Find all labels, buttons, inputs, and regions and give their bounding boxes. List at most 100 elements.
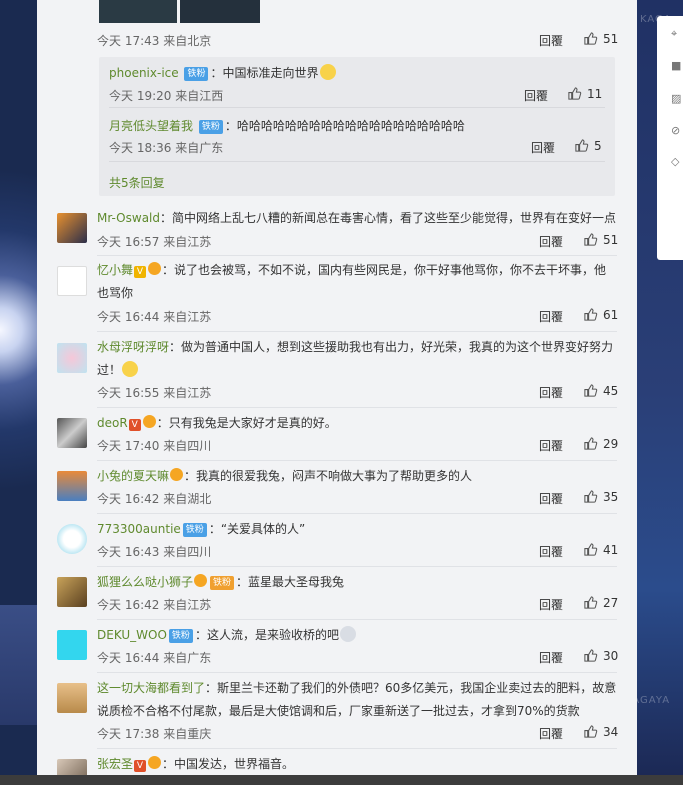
divider xyxy=(109,107,605,108)
comment-content: 水母浮呀浮呀：做为普通中国人，想到这些援助我也有出力，好光荣，我真的为这个世界变… xyxy=(97,336,617,382)
fan-badge: 铁粉 xyxy=(210,576,235,590)
comment-text: ：“关爱具体的人” xyxy=(208,522,306,536)
avatar[interactable] xyxy=(57,471,87,501)
like-count: 5 xyxy=(594,138,602,153)
comment-time: 今天 16:42 来自江苏 xyxy=(97,598,212,612)
thumbs-up-icon xyxy=(584,725,598,738)
avatar[interactable] xyxy=(57,524,87,554)
comment-text: ：这人流，是来验收桥的吧 xyxy=(194,628,339,642)
avatar[interactable] xyxy=(57,213,87,243)
like-count: 61 xyxy=(603,307,619,322)
thumbs-up-icon xyxy=(584,490,598,503)
like-button[interactable]: 35 xyxy=(583,489,618,504)
reply-button[interactable]: 回覆 xyxy=(524,87,548,104)
link-icon[interactable]: ⊘ xyxy=(671,125,683,137)
location-icon[interactable]: ⌖ xyxy=(671,28,683,40)
background-mountain xyxy=(0,605,37,725)
comment-author[interactable]: 水母浮呀浮呀 xyxy=(97,340,169,354)
comment-text: ：说了也会被骂，不如不说，国内有些网民是，你干好事他骂你，你不去干坏事，他 xyxy=(162,263,607,277)
comment-time: 今天 16:43 来自四川 xyxy=(97,545,212,559)
like-button[interactable]: 45 xyxy=(583,383,618,398)
avatar[interactable] xyxy=(57,266,87,296)
like-button[interactable]: 5 xyxy=(574,138,602,153)
avatar[interactable] xyxy=(57,343,87,373)
fan-badge: 铁粉 xyxy=(182,523,207,537)
comment-content: DEKU_WOO 铁粉 ：这人流，是来验收桥的吧 xyxy=(97,624,617,647)
reply-button[interactable]: 回覆 xyxy=(539,490,563,507)
divider xyxy=(97,672,617,673)
thumbnail-image[interactable] xyxy=(99,0,177,23)
background-left xyxy=(0,0,37,785)
like-button[interactable]: 11 xyxy=(567,86,602,101)
avatar[interactable] xyxy=(57,630,87,660)
fan-badge: 铁粉 xyxy=(168,629,193,643)
thumbs-up-icon xyxy=(584,384,598,397)
comment-content: 忆小舞 V ：说了也会被骂，不如不说，国内有些网民是，你干好事他骂你，你不去干坏事，… xyxy=(97,259,617,305)
bag-icon[interactable]: ■ xyxy=(671,60,683,72)
comment-author[interactable]: DEKU_WOO xyxy=(97,628,167,642)
reply-button[interactable]: 回覆 xyxy=(539,649,563,666)
reply-button[interactable]: 回覆 xyxy=(539,725,563,742)
comment-content: 小兔的夏天嘛 ：我真的很爱我兔，闷声不响做大事为了帮助更多的人 xyxy=(97,465,617,488)
comment-author[interactable]: 张宏圣 xyxy=(97,757,133,771)
comment-author[interactable]: 773300auntie xyxy=(97,522,181,536)
reply-button[interactable]: 回覆 xyxy=(531,139,555,156)
subreply-author[interactable]: phoenix-ice xyxy=(109,66,179,80)
edit-icon[interactable]: ▨ xyxy=(671,93,683,105)
vip-icon xyxy=(170,468,184,481)
reply-button[interactable]: 回覆 xyxy=(539,596,563,613)
comment-author[interactable]: deoR xyxy=(97,416,128,430)
comment-author[interactable]: Mr-Oswald xyxy=(97,211,160,225)
reply-button[interactable]: 回覆 xyxy=(539,308,563,325)
fan-badge: 铁粉 xyxy=(198,120,223,134)
thumbs-up-icon xyxy=(584,543,598,556)
comment-content: Mr-Oswald：简中网络上乱七八糟的新闻总在毒害心情，看了这些至少能觉得，世… xyxy=(97,207,617,230)
vip-icon xyxy=(148,262,162,275)
vip-icon xyxy=(148,756,162,769)
divider xyxy=(97,748,617,749)
subreply-content: 月亮低头望着我 铁粉 ：哈哈哈哈哈哈哈哈哈哈哈哈哈哈哈哈哈哈哈 xyxy=(109,119,465,134)
comment-content: 狐狸么么哒小狮子 铁粉 ：蓝星最大圣母我兔 xyxy=(97,571,617,594)
tag-icon[interactable]: ◇ xyxy=(671,156,683,168)
avatar[interactable] xyxy=(57,683,87,713)
reply-button[interactable]: 回覆 xyxy=(539,437,563,454)
subreply-author[interactable]: 月亮低头望着我 xyxy=(109,119,193,133)
reply-button[interactable]: 回覆 xyxy=(539,32,563,49)
comment-content: 773300auntie 铁粉 ：“关爱具体的人” xyxy=(97,518,617,541)
comment-time: 今天 16:57 来自江苏 xyxy=(97,235,212,249)
like-button[interactable]: 51 xyxy=(583,232,618,247)
like-button[interactable]: 51 xyxy=(583,31,618,46)
more-replies-link[interactable]: 共5条回复 xyxy=(109,174,165,191)
like-count: 11 xyxy=(587,86,603,101)
divider xyxy=(97,331,617,332)
avatar[interactable] xyxy=(57,759,87,775)
comment-author[interactable]: 狐狸么么哒小狮子 xyxy=(97,575,193,589)
comment-author[interactable]: 这一切大海都看到了 xyxy=(97,681,205,695)
thumbs-up-icon xyxy=(584,308,598,321)
subreply-text: 哈哈哈哈哈哈哈哈哈哈哈哈哈哈哈哈哈哈哈 xyxy=(236,119,465,133)
like-count: 27 xyxy=(603,595,619,610)
verified-icon: V xyxy=(128,419,141,431)
comment-author[interactable]: 小兔的夏天嘛 xyxy=(97,469,169,483)
reply-button[interactable]: 回覆 xyxy=(539,233,563,250)
skull-emoji-icon xyxy=(339,626,356,642)
comment-author[interactable]: 忆小舞 xyxy=(97,263,133,277)
like-button[interactable]: 27 xyxy=(583,595,618,610)
side-toolbar: ⌖ ■ ▨ ⊘ ◇ xyxy=(657,16,683,260)
like-button[interactable]: 29 xyxy=(583,436,618,451)
comment-text: ：简中网络上乱七八糟的新闻总在毒害心情，看了这些至少能觉得，世界有在变好一点 xyxy=(160,211,617,225)
like-button[interactable]: 41 xyxy=(583,542,618,557)
like-button[interactable]: 34 xyxy=(583,724,618,739)
reply-button[interactable]: 回覆 xyxy=(539,543,563,560)
like-button[interactable]: 30 xyxy=(583,648,618,663)
reply-button[interactable]: 回覆 xyxy=(539,384,563,401)
comment-text: 过！ xyxy=(97,363,122,377)
subreply-box: phoenix-ice 铁粉 ：中国标准走向世界 今天 19:20 来自江西 回覆… xyxy=(99,57,615,196)
avatar[interactable] xyxy=(57,418,87,448)
verified-icon: V xyxy=(134,760,147,772)
comment-time: 今天 16:42 来自湖北 xyxy=(97,492,212,506)
comment-time: 今天 16:44 来自江苏 xyxy=(97,310,212,324)
avatar[interactable] xyxy=(57,577,87,607)
like-button[interactable]: 61 xyxy=(583,307,618,322)
thumbnail-image[interactable] xyxy=(180,0,260,23)
